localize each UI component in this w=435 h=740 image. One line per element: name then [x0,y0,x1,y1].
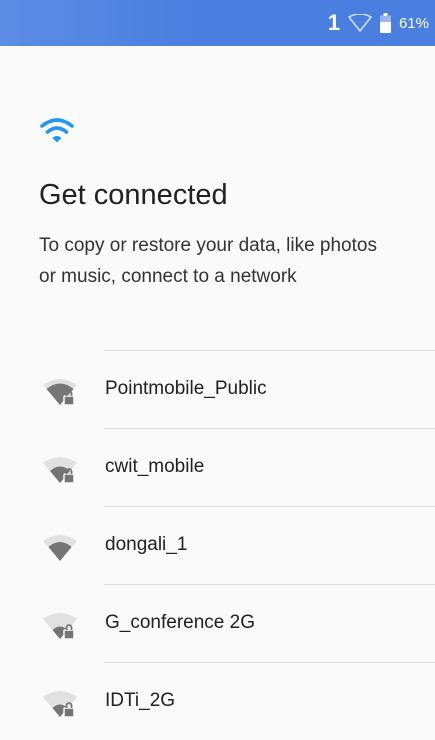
wifi-signal-locked-icon [43,613,77,640]
wifi-signal-locked-icon [43,379,77,406]
wifi-signal-locked-icon [43,457,77,484]
battery-icon [379,13,391,33]
network-name: cwit_mobile [105,456,205,477]
network-item-g-conference-2g[interactable]: G_conference 2G [0,584,435,662]
network-name: G_conference 2G [105,612,255,633]
network-name: dongali_1 [105,534,188,555]
network-list: Pointmobile_Public cwit_mobile dongali_1… [0,350,435,740]
network-item-dongali-1[interactable]: dongali_1 [0,506,435,584]
network-item-cwit-mobile[interactable]: cwit_mobile [0,428,435,506]
network-item-idti-2g[interactable]: IDTi_2G [0,662,435,740]
status-bar-highlight [0,0,200,46]
divider [104,350,435,351]
wifi-signal-icon [43,535,77,561]
wifi-signal-locked-icon [43,691,77,718]
status-icons: 1 61% [328,0,429,46]
divider [104,428,435,429]
divider [104,506,435,507]
page-subtitle: To copy or restore your data, like photo… [39,235,377,287]
network-name: Pointmobile_Public [105,378,267,399]
network-item-pointmobile-public[interactable]: Pointmobile_Public [0,350,435,428]
network-name: IDTi_2G [105,690,176,711]
wifi-icon [40,118,74,143]
page-title: Get connected [39,179,228,211]
divider [104,662,435,663]
sim-indicator: 1 [327,10,340,35]
divider [104,584,435,585]
status-bar: 1 61% [0,0,435,46]
wifi-outline-icon [348,14,372,32]
battery-percent: 61% [398,14,429,32]
